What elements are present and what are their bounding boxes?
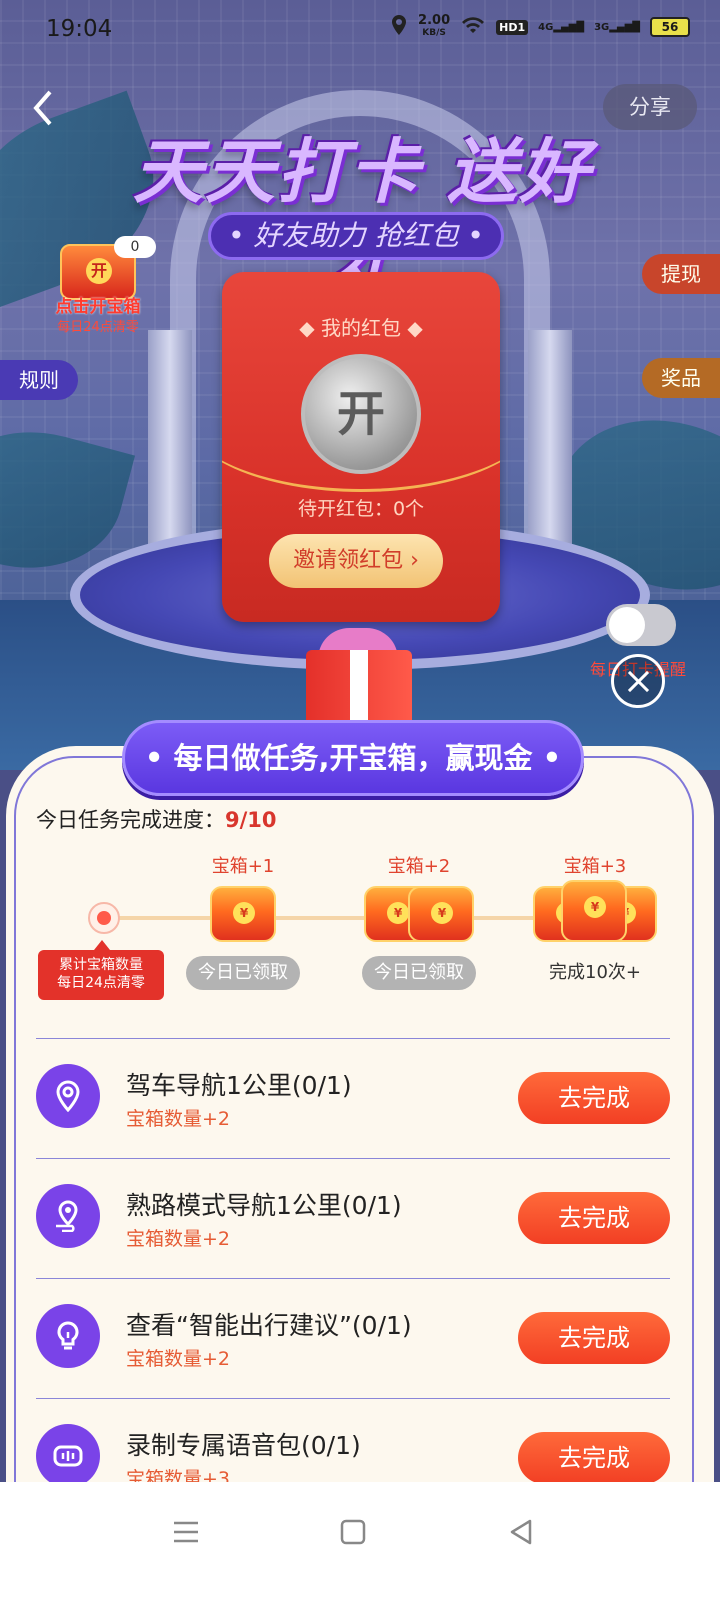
chest-count-tooltip: 累计宝箱数量 每日24点清零 — [38, 940, 164, 1000]
location-pin-icon — [36, 1064, 100, 1128]
milestone-1: 宝箱+1 今日已领取 — [168, 852, 318, 990]
net-speed-unit: KB/S — [422, 28, 446, 38]
invite-button[interactable]: 邀请领红包 › — [269, 534, 443, 588]
milestone-label: 宝箱+1 — [211, 856, 275, 877]
status-bar: 19:04 2.00 KB/S HD1 4G▂▄▆█ 3G▂▄▆█ 56 — [0, 0, 720, 60]
milestone-2: 宝箱+2 今日已领取 — [344, 852, 494, 990]
open-treasure-box-button[interactable]: 开 0 点击开宝箱 每日24点清零 — [38, 236, 158, 346]
home-icon[interactable] — [340, 1518, 366, 1546]
status-time: 19:04 — [46, 16, 113, 42]
treasure-count-badge: 0 — [114, 236, 156, 258]
treasure-box-sublabel: 每日24点清零 — [57, 320, 139, 335]
page-subtitle: • 好友助力 抢红包 • — [208, 212, 504, 260]
voice-pack-icon — [36, 1424, 100, 1488]
progress-label: 今日任务完成进度：9/10 — [36, 804, 277, 834]
chest-open-char: 开 — [86, 258, 112, 284]
wifi-icon — [460, 15, 486, 39]
hd-badge: HD1 — [496, 19, 529, 35]
signal-icon: 3G▂▄▆█ — [594, 21, 640, 33]
treasure-box-label: 点击开宝箱 — [55, 297, 141, 317]
divider — [36, 1398, 670, 1399]
task-reward: 宝箱数量+2 — [126, 1348, 231, 1370]
task-reward: 宝箱数量+2 — [126, 1108, 231, 1130]
task-reward: 宝箱数量+2 — [126, 1228, 231, 1250]
progress-current-dot — [88, 902, 120, 934]
route-pin-icon — [36, 1184, 100, 1248]
milestone-3: 宝箱+3 完成10次+ — [520, 852, 670, 990]
red-envelope-card: ◆ 我的红包 ◆ 开 待开红包：0个 邀请领红包 › — [222, 272, 500, 622]
open-envelope-button[interactable]: 开 — [301, 354, 421, 474]
task-go-button[interactable]: 去完成 — [518, 1192, 670, 1244]
net-speed-value: 2.00 — [418, 13, 451, 28]
chevron-left-icon — [33, 90, 52, 126]
tooltip-line: 每日24点清零 — [57, 975, 145, 991]
signal-4g-label: 4G — [538, 21, 554, 33]
lightbulb-icon — [36, 1304, 100, 1368]
share-button[interactable]: 分享 — [603, 84, 697, 130]
pending-envelopes-label: 待开红包：0个 — [297, 498, 425, 520]
task-go-button[interactable]: 去完成 — [518, 1432, 670, 1484]
task-title: 录制专属语音包(0/1) — [126, 1431, 361, 1460]
progress-label-text: 今日任务完成进度： — [36, 808, 225, 832]
milestone-label: 宝箱+3 — [563, 856, 627, 877]
divider — [36, 1278, 670, 1279]
signal-3g-label: 3G — [594, 21, 610, 33]
rules-button[interactable]: 规则 — [0, 360, 78, 400]
envelope-title: ◆ 我的红包 ◆ — [299, 316, 423, 340]
net-speed: 2.00 KB/S — [418, 13, 451, 39]
tooltip-line: 累计宝箱数量 — [59, 957, 143, 973]
back-nav-icon[interactable] — [508, 1518, 534, 1546]
close-icon[interactable] — [611, 654, 665, 708]
task-row: 驾车导航1公里(0/1) 宝箱数量+2 去完成 — [36, 1040, 670, 1160]
milestone-status: 今日已领取 — [186, 956, 300, 990]
divider — [36, 1038, 670, 1039]
treasure-chest-icon — [364, 886, 474, 942]
milestone-status: 今日已领取 — [362, 956, 476, 990]
treasure-chest-icon — [533, 880, 657, 942]
system-nav-bar — [0, 1482, 720, 1600]
back-button[interactable] — [28, 86, 62, 130]
task-go-button[interactable]: 去完成 — [518, 1312, 670, 1364]
daily-reminder-toggle[interactable] — [606, 604, 676, 646]
task-title: 驾车导航1公里(0/1) — [126, 1071, 352, 1100]
milestone-label: 宝箱+2 — [387, 856, 451, 877]
menu-icon[interactable] — [172, 1518, 200, 1546]
task-row: 查看“智能出行建议”(0/1) 宝箱数量+2 去完成 — [36, 1280, 670, 1400]
task-row: 熟路模式导航1公里(0/1) 宝箱数量+2 去完成 — [36, 1160, 670, 1280]
divider — [36, 1158, 670, 1159]
progress-value: 9/10 — [225, 808, 277, 832]
location-icon — [390, 14, 408, 40]
treasure-chest-icon — [207, 886, 279, 942]
battery-icon: 56 — [650, 17, 690, 37]
signal-icon: 4G▂▄▆█ — [538, 21, 585, 33]
withdraw-button[interactable]: 提现 — [642, 254, 720, 294]
toggle-knob — [609, 607, 645, 643]
task-go-button[interactable]: 去完成 — [518, 1072, 670, 1124]
task-title: 查看“智能出行建议”(0/1) — [126, 1311, 412, 1340]
task-title: 熟路模式导航1公里(0/1) — [126, 1191, 402, 1220]
task-banner: • 每日做任务,开宝箱，赢现金 • — [122, 720, 584, 796]
prize-button[interactable]: 奖品 — [642, 358, 720, 398]
milestone-status: 完成10次+ — [549, 962, 641, 983]
